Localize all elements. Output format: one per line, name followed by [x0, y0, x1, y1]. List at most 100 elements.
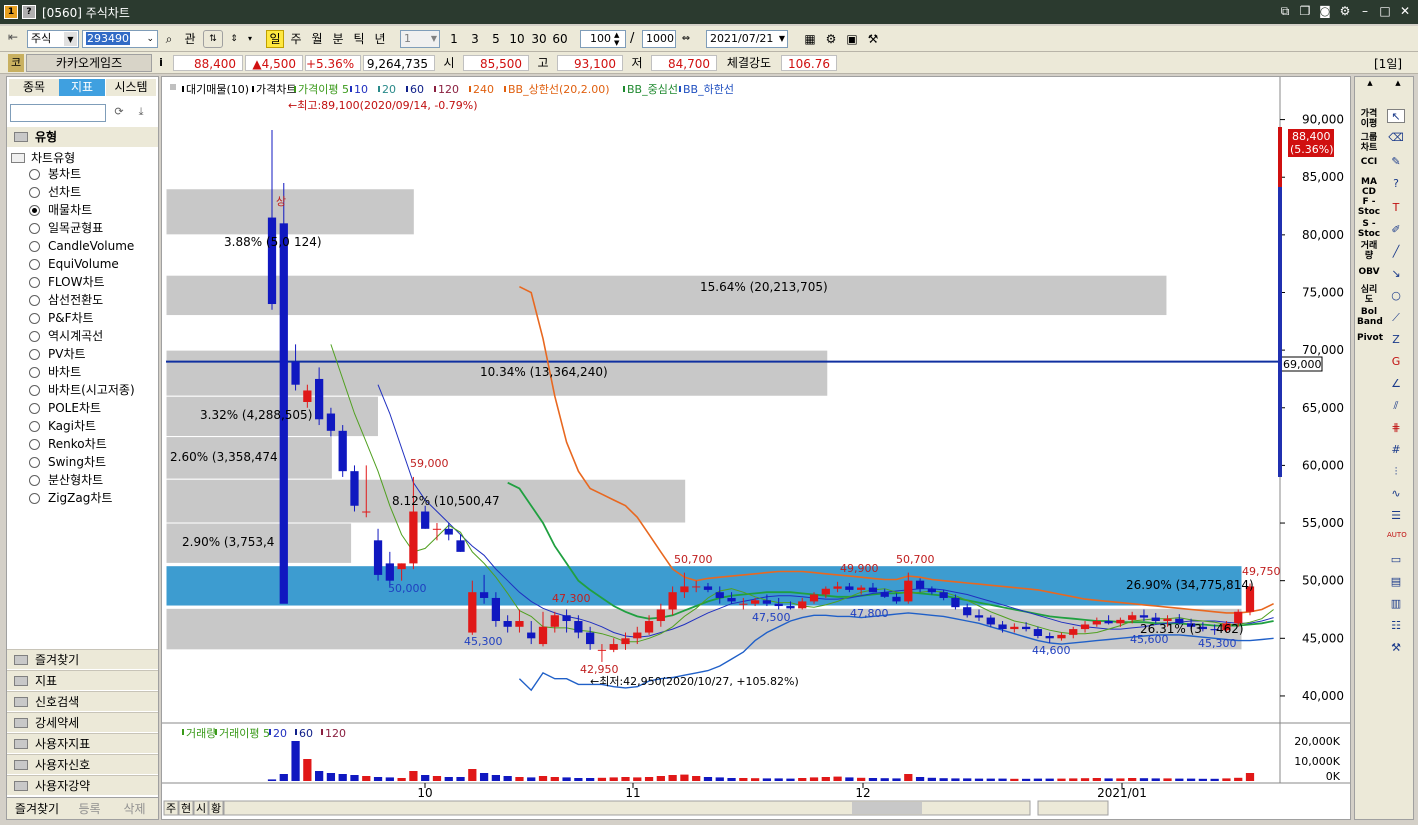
gann-icon[interactable]: G — [1387, 355, 1405, 369]
search-icon[interactable]: ⌕ — [160, 30, 178, 48]
radio-button[interactable] — [29, 384, 40, 396]
candle[interactable] — [703, 586, 713, 590]
candle[interactable] — [786, 606, 795, 609]
chart-type-5[interactable]: EquiVolume — [29, 256, 119, 272]
folder-user-indicators[interactable]: 사용자지표 — [7, 733, 158, 753]
candle[interactable] — [1092, 621, 1101, 625]
volume-bar[interactable] — [503, 776, 512, 781]
volume-bar[interactable] — [727, 778, 736, 781]
volume-bar[interactable] — [680, 774, 689, 781]
volume-bar[interactable] — [880, 778, 889, 781]
candle[interactable] — [550, 615, 559, 627]
window-badge-help[interactable]: ? — [22, 5, 36, 19]
volume-bar[interactable] — [692, 776, 701, 781]
wrench-icon[interactable]: ⚒ — [1387, 641, 1405, 655]
radio-button[interactable] — [29, 474, 40, 486]
quick-1[interactable]: 1 — [445, 30, 463, 48]
cursor-icon[interactable]: ↖ — [1387, 109, 1405, 123]
volume-bar[interactable] — [303, 759, 312, 781]
chart-type-14[interactable]: Kagi차트 — [29, 418, 96, 434]
candle[interactable] — [998, 624, 1007, 630]
section-type[interactable]: 유형 — [7, 127, 158, 147]
radio-button[interactable] — [29, 402, 40, 414]
scroll-up-icon[interactable]: ▲ — [1385, 79, 1411, 89]
volume-bar[interactable] — [1128, 778, 1137, 781]
tab-indicator[interactable]: 지표 — [59, 79, 105, 96]
download-icon[interactable]: ⤓ — [132, 105, 150, 121]
candle[interactable] — [538, 626, 548, 645]
candle[interactable] — [656, 609, 665, 622]
volume-bar[interactable] — [291, 741, 300, 781]
refresh-icon[interactable]: ⟳ — [110, 105, 128, 121]
volume-bar[interactable] — [868, 778, 878, 781]
volume-bar[interactable] — [633, 777, 642, 781]
indicator-pivot[interactable]: Pivot — [1357, 333, 1383, 343]
volume-bar[interactable] — [656, 776, 665, 781]
volume-bar[interactable] — [1198, 778, 1207, 781]
wave-icon[interactable]: ∿ — [1387, 487, 1405, 501]
chart-type-17[interactable]: 분산형차트 — [29, 472, 103, 488]
period-year[interactable]: 년 — [371, 30, 389, 48]
chart-type-9[interactable]: 역시계곡선 — [29, 328, 103, 344]
settings-icon[interactable]: ⚙ — [822, 30, 840, 48]
candle[interactable] — [385, 563, 394, 581]
chart-type-0[interactable]: 봉차트 — [29, 166, 81, 182]
auto-icon[interactable]: AUTO — [1387, 531, 1407, 545]
volume-bar[interactable] — [338, 774, 347, 781]
candle[interactable] — [1045, 636, 1054, 639]
candle[interactable] — [692, 586, 701, 588]
circle-icon[interactable]: ○ — [1387, 289, 1405, 303]
chart-type-7[interactable]: 삼선전환도 — [29, 292, 103, 308]
candle[interactable] — [963, 607, 972, 616]
tools-icon[interactable]: ⚒ — [864, 30, 882, 48]
trend-icon[interactable]: ⟋ — [1387, 311, 1405, 325]
period-tick[interactable]: 틱 — [350, 30, 368, 48]
radio-button[interactable] — [29, 492, 40, 504]
candle[interactable] — [750, 600, 760, 604]
save-icon[interactable]: ▣ — [843, 30, 861, 48]
arrow-line-icon[interactable]: ↘ — [1387, 267, 1405, 281]
candle[interactable] — [444, 528, 453, 535]
chart-type-8[interactable]: P&F차트 — [29, 310, 94, 326]
candle[interactable] — [762, 600, 772, 604]
candle[interactable] — [562, 615, 571, 622]
candle[interactable] — [904, 580, 913, 602]
candle[interactable] — [362, 511, 371, 513]
text-icon[interactable]: T — [1387, 201, 1405, 215]
candle[interactable] — [326, 413, 336, 431]
eraser-icon[interactable]: ⌫ — [1387, 131, 1405, 145]
volume-bar[interactable] — [974, 778, 984, 781]
delete-button[interactable]: 삭제 — [112, 798, 157, 819]
candle[interactable] — [951, 597, 960, 608]
candle[interactable] — [809, 594, 819, 602]
volume-bar[interactable] — [574, 778, 583, 781]
volume-bar[interactable] — [279, 774, 288, 781]
volume-bar[interactable] — [892, 778, 901, 781]
volume-bar[interactable] — [1151, 778, 1160, 781]
volume-bar[interactable] — [1104, 778, 1113, 781]
indicator-s-stoc[interactable]: S - Stoc — [1357, 219, 1381, 239]
chart-icon[interactable]: ▦ — [801, 30, 819, 48]
tab-system[interactable]: 시스템 — [106, 79, 156, 96]
count-spinner-icon[interactable]: ▲ ▼ — [614, 31, 619, 47]
pen-icon[interactable]: ✐ — [1387, 223, 1405, 237]
candle[interactable] — [456, 540, 465, 552]
folder-user-signals[interactable]: 사용자신호 — [7, 754, 158, 774]
tab-stock[interactable]: 종목 — [9, 79, 59, 96]
candle[interactable] — [1021, 626, 1031, 630]
chart-type-3[interactable]: 일목균형표 — [29, 220, 103, 236]
indicator-macd[interactable]: MA CD — [1357, 177, 1381, 197]
chart-type-11[interactable]: 바차트 — [29, 364, 81, 380]
volume-bar[interactable] — [644, 777, 654, 781]
volume-bar[interactable] — [1080, 778, 1090, 781]
candle[interactable] — [845, 586, 854, 590]
count-max-input[interactable]: 1000 — [642, 30, 676, 48]
volume-bar[interactable] — [397, 778, 406, 781]
volume-bar[interactable] — [267, 779, 277, 781]
volume-bar[interactable] — [385, 777, 394, 781]
list-icon[interactable]: ☷ — [1387, 619, 1405, 633]
volume-bar[interactable] — [456, 777, 465, 781]
volume-bar[interactable] — [421, 775, 430, 781]
radio-button[interactable] — [29, 456, 40, 468]
scroll-up-icon[interactable]: ▲ — [1357, 79, 1383, 89]
